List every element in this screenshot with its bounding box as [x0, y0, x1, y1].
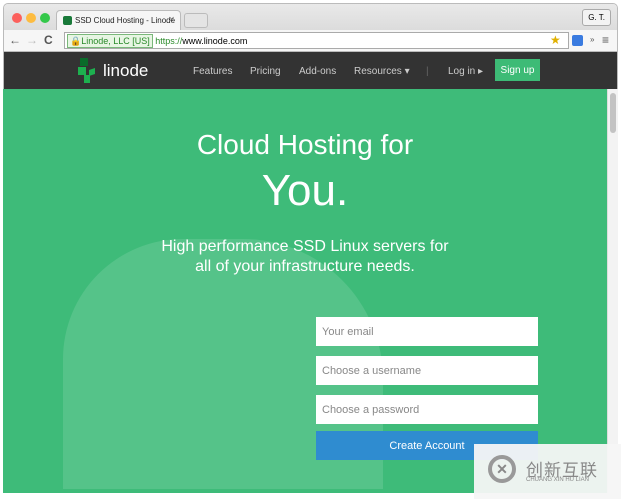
browser-toolbar: ← → C 🔒Linode, LLC [US] https://www.lino… [4, 30, 617, 52]
watermark-logo-icon: ✕ [488, 455, 516, 483]
signup-button[interactable]: Sign up [495, 59, 540, 81]
reload-icon[interactable]: C [44, 33, 53, 47]
linode-favicon-icon [63, 16, 72, 25]
browser-tab[interactable]: SSD Cloud Hosting - Linode ✕ [56, 10, 181, 30]
forward-icon[interactable]: → [26, 33, 38, 47]
tab-bar: SSD Cloud Hosting - Linode ✕ G. T. [4, 4, 617, 30]
linode-logo-icon[interactable] [76, 58, 96, 84]
brand-name[interactable]: linode [103, 61, 148, 81]
url-scheme: https:// [155, 36, 183, 46]
ev-certificate-badge[interactable]: 🔒Linode, LLC [US] [67, 34, 153, 48]
watermark: ✕ 创新互联 CHUANG XIN HU LIAN [474, 444, 621, 499]
nav-features[interactable]: Features [193, 66, 232, 77]
back-icon[interactable]: ← [9, 33, 21, 47]
nav-addons[interactable]: Add-ons [299, 66, 336, 77]
tab-title: SSD Cloud Hosting - Linode [75, 16, 176, 25]
extensions-overflow-icon[interactable]: » [590, 35, 594, 44]
minimize-window-button[interactable] [26, 13, 36, 23]
profile-button[interactable]: G. T. [582, 9, 611, 26]
close-tab-icon[interactable]: ✕ [168, 15, 175, 24]
browser-window: SSD Cloud Hosting - Linode ✕ G. T. ← → C … [3, 3, 618, 493]
nav-pricing[interactable]: Pricing [250, 66, 281, 77]
site-navbar: linode Features Pricing Add-ons Resource… [4, 52, 617, 90]
address-bar[interactable]: 🔒Linode, LLC [US] https://www.linode.com [64, 32, 569, 49]
menu-icon[interactable]: ≡ [602, 33, 609, 47]
nav-divider: | [426, 66, 429, 77]
nav-resources[interactable]: Resources ▾ [354, 66, 410, 77]
new-tab-button[interactable] [184, 13, 208, 28]
url-host: www.linode.com [182, 36, 248, 46]
zoom-window-button[interactable] [40, 13, 50, 23]
bookmark-star-icon[interactable]: ★ [550, 33, 561, 47]
watermark-subtext: CHUANG XIN HU LIAN [526, 477, 590, 483]
close-window-button[interactable] [12, 13, 22, 23]
nav-login[interactable]: Log in ▸ [448, 66, 483, 77]
extension-icon[interactable] [572, 35, 583, 46]
